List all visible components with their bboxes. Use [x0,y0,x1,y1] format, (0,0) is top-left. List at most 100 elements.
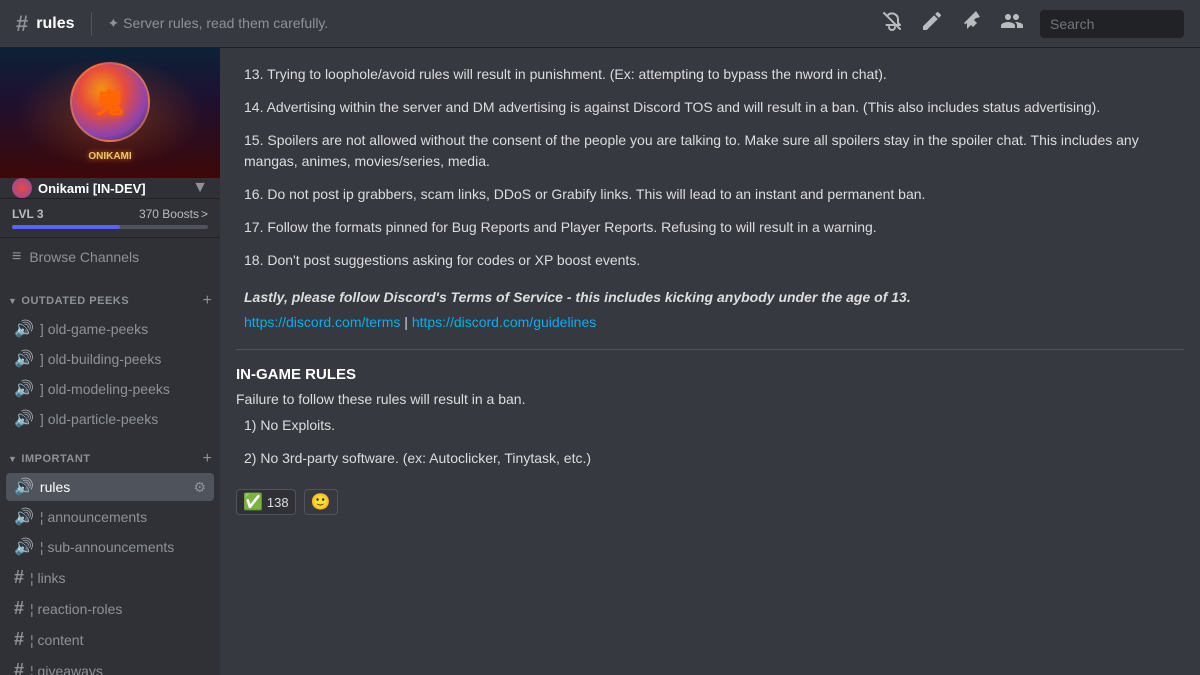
channel-links[interactable]: # ¦ links [6,563,214,592]
progress-fill [12,225,120,229]
server-banner-bg: 鬼 ONIKAMI [0,48,220,178]
rule-15: 15. Spoilers are not allowed without the… [236,130,1184,172]
boosts-text[interactable]: 370 Boosts [139,207,208,221]
topbar-divider [91,12,92,36]
rule-14: 14. Advertising within the server and DM… [236,97,1184,118]
browse-channels-button[interactable]: ≡ Browse Channels [0,238,220,276]
channel-name-reaction-roles: ¦ reaction-roles [30,601,206,617]
level-text: LVL 3 [12,207,44,221]
channel-name-giveaways: ¦ giveaways [30,663,206,675]
ingame-desc: Failure to follow these rules will resul… [236,391,1184,407]
reactions-bar: ✅ 138 🙂 [236,481,1184,519]
category-chevron-outdated: ▼ [8,296,17,306]
content-area: 13. Trying to loophole/avoid rules will … [220,48,1200,675]
category-label-important: ▼ IMPORTANT [8,453,91,465]
add-reaction-button[interactable]: 🙂 [304,489,338,515]
server-banner: 鬼 ONIKAMI [0,48,220,178]
rule-18: 18. Don't post suggestions asking for co… [236,250,1184,271]
server-chevron-icon: ▼ [192,179,208,197]
hash-channel-icon-content: # [14,629,24,650]
channel-name: rules [36,15,74,33]
rule-15-text: 15. Spoilers are not allowed without the… [236,130,1184,172]
topbar-actions: Search [880,9,1184,39]
channel-settings-rules[interactable]: ⚙ [193,479,206,496]
messages-container: 13. Trying to loophole/avoid rules will … [220,48,1200,675]
text-channel-icon-sub: 🔊 [14,537,34,557]
member-list-icon[interactable] [1000,9,1024,39]
voice-channel-icon: 🔊 [14,319,34,339]
sidebar: 鬼 ONIKAMI Onikami [IN-DEV] ▼ LVL 3 370 B… [0,48,220,675]
server-header[interactable]: Onikami [IN-DEV] ▼ [0,178,220,199]
voice-channel-icon-2: 🔊 [14,349,34,369]
search-box[interactable]: Search [1040,10,1184,38]
rule-16-text: 16. Do not post ip grabbers, scam links,… [236,184,1184,205]
channel-name-content: ¦ content [30,632,206,648]
server-avatar [12,178,32,198]
voice-channel-icon-3: 🔊 [14,379,34,399]
category-important[interactable]: ▼ IMPORTANT + [0,434,220,472]
edit-icon[interactable] [920,9,944,39]
hash-channel-icon-links: # [14,567,24,588]
ingame-rule-2-text: 2) No 3rd-party software. (ex: Autoclick… [236,448,1184,469]
server-name-text: Onikami [IN-DEV] [38,181,146,196]
rule-13: 13. Trying to loophole/avoid rules will … [236,64,1184,85]
main-layout: 鬼 ONIKAMI Onikami [IN-DEV] ▼ LVL 3 370 B… [0,48,1200,675]
category-add-important[interactable]: + [203,450,212,468]
tos-link2[interactable]: https://discord.com/guidelines [412,314,596,330]
smiley-icon: 🙂 [311,494,331,511]
channel-announcements[interactable]: 🔊 ¦ announcements [6,503,214,531]
server-name-container: Onikami [IN-DEV] [12,178,146,198]
level-bar-header: LVL 3 370 Boosts [12,207,208,221]
tos-links: https://discord.com/terms | https://disc… [236,312,1184,333]
pinned-messages-icon[interactable] [960,9,984,39]
search-label: Search [1050,16,1094,32]
channel-hash-icon: # [16,11,28,37]
rule-17: 17. Follow the formats pinned for Bug Re… [236,217,1184,238]
channel-description: ✦ Server rules, read them carefully. [108,15,329,32]
channel-name-old-game-peeks: ] old-game-peeks [40,321,206,337]
section-divider [236,349,1184,350]
channel-reaction-roles[interactable]: # ¦ reaction-roles [6,594,214,623]
level-bar-area: LVL 3 370 Boosts [0,199,220,238]
text-channel-icon-rules: 🔊 [14,477,34,497]
channel-giveaways[interactable]: # ¦ giveaways [6,656,214,675]
browse-channels-label: Browse Channels [29,249,139,265]
channel-old-building-peeks[interactable]: 🔊 ] old-building-peeks [6,345,214,373]
ingame-rule-2: 2) No 3rd-party software. (ex: Autoclick… [236,448,1184,469]
progress-bar [12,225,208,229]
reaction-count: 138 [267,495,289,510]
tos-link1[interactable]: https://discord.com/terms [244,314,400,330]
checkmark-emoji: ✅ [243,492,263,512]
channel-name-announcements: ¦ announcements [40,509,206,525]
category-label-outdated: ▼ OUTDATED PEEKS [8,295,129,307]
mute-notifications-icon[interactable] [880,9,904,39]
category-add-outdated[interactable]: + [203,292,212,310]
category-outdated-peeks[interactable]: ▼ OUTDATED PEEKS + [0,276,220,314]
browse-channels-icon: ≡ [12,248,21,266]
channel-old-particle-peeks[interactable]: 🔊 ] old-particle-peeks [6,405,214,433]
text-channel-icon-announcements: 🔊 [14,507,34,527]
channel-rules[interactable]: 🔊 rules ⚙ [6,473,214,501]
channel-name-sub-announcements: ¦ sub-announcements [40,539,206,555]
channel-content[interactable]: # ¦ content [6,625,214,654]
rule-18-text: 18. Don't post suggestions asking for co… [236,250,1184,271]
reaction-checkmark[interactable]: ✅ 138 [236,489,296,515]
rule-16: 16. Do not post ip grabbers, scam links,… [236,184,1184,205]
ingame-header: IN-GAME RULES [236,366,1184,383]
rule-17-text: 17. Follow the formats pinned for Bug Re… [236,217,1184,238]
channel-name-old-modeling-peeks: ] old-modeling-peeks [40,381,206,397]
voice-channel-icon-4: 🔊 [14,409,34,429]
ingame-rule-1-text: 1) No Exploits. [236,415,1184,436]
server-logo-text: ONIKAMI [88,151,131,162]
channel-old-modeling-peeks[interactable]: 🔊 ] old-modeling-peeks [6,375,214,403]
tos-bold-text: Lastly, please follow Discord's Terms of… [236,287,1184,308]
category-chevron-important: ▼ [8,454,17,464]
channel-name-old-particle-peeks: ] old-particle-peeks [40,411,206,427]
hash-channel-icon-giveaways: # [14,660,24,675]
rule-13-text: 13. Trying to loophole/avoid rules will … [236,64,1184,85]
channel-old-game-peeks[interactable]: 🔊 ] old-game-peeks [6,315,214,343]
ingame-rule-1: 1) No Exploits. [236,415,1184,436]
channel-sub-announcements[interactable]: 🔊 ¦ sub-announcements [6,533,214,561]
rule-14-text: 14. Advertising within the server and DM… [236,97,1184,118]
channel-name-links: ¦ links [30,570,206,586]
